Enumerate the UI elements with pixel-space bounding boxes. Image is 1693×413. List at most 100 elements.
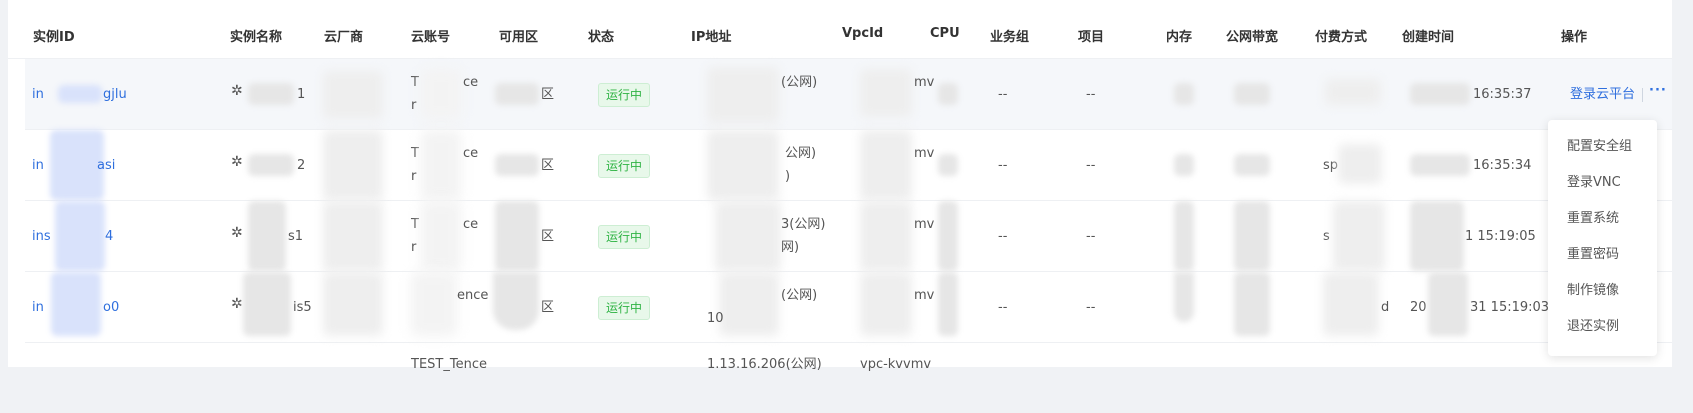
redaction [51,272,101,336]
table-row[interactable]: ins 4 ✲ s1 T ce r 区 运行中 3(公网) 网) mv -- -… [25,201,1672,272]
redaction [860,130,912,200]
ip-line1-tail: (公网) [781,75,818,90]
business-group: -- [998,87,1008,102]
zone-tail: 区 [541,300,555,315]
menu-item-config-security-group[interactable]: 配置安全组 [1548,129,1657,165]
col-project[interactable]: 项目 [1078,26,1104,45]
instance-id-link[interactable]: in [32,154,44,177]
menu-item-create-image[interactable]: 制作镜像 [1548,273,1657,309]
col-created[interactable]: 创建时间 [1402,26,1454,45]
redaction [938,83,958,105]
redaction [323,201,383,271]
table-row[interactable]: in gjlu ✲ 1 T ce r 区 运行中 (公网) mv -- -- 1… [25,59,1672,130]
table-row[interactable]: in asi ✲ 2 T ce r 区 运行中 公网) ) mv -- -- s… [25,130,1672,201]
col-vpc-id[interactable]: VpcId [842,26,883,41]
redaction [1333,201,1385,271]
instance-id-tail[interactable]: gjlu [103,83,127,106]
instance-table: 实例ID 实例名称 云厂商 云账号 可用区 状态 IP地址 VpcId CPU … [8,0,1672,372]
col-cloud-account[interactable]: 云账号 [411,26,450,45]
created-time: 31 15:19:03 [1470,300,1550,315]
instance-id-link[interactable]: in [32,296,44,319]
created-time: 1 15:19:05 [1465,229,1536,244]
instance-id-tail[interactable]: 4 [105,225,113,248]
redaction [411,272,457,336]
redaction [248,201,286,271]
col-cloud-vendor[interactable]: 云厂商 [324,26,363,45]
col-cpu[interactable]: CPU [930,26,960,41]
instance-id-tail[interactable]: o0 [103,296,119,319]
instance-id-link[interactable]: in [32,83,44,106]
redaction [860,272,912,336]
project: -- [1086,87,1096,102]
project: -- [1086,158,1096,173]
cloud-account: TEST_Tence [411,357,487,372]
redaction [707,130,779,200]
redaction [421,201,461,271]
billing-prefix: s [1323,229,1330,244]
redaction [707,67,779,123]
redaction [1174,154,1194,176]
gear-icon: ✲ [231,83,243,99]
col-memory[interactable]: 内存 [1166,26,1192,45]
redaction [1234,201,1270,271]
cloud-account-bottom: r [411,98,417,113]
redaction [1234,154,1270,176]
col-business-group[interactable]: 业务组 [990,26,1029,45]
cloud-account-top: T [411,146,419,161]
gear-icon: ✲ [231,296,243,312]
cloud-account-top: T [411,217,419,232]
redaction [1338,144,1382,184]
col-instance-name[interactable]: 实例名称 [230,26,282,45]
vpc-line1-tail: mv [914,75,935,90]
instance-name-tail: 1 [297,87,306,102]
ip-line1-tail: 公网) [785,146,817,161]
table-row[interactable]: in o0 ✲ is5 ence 区 运行中 (公网) 10 mv -- -- … [25,272,1672,343]
redaction [495,83,539,105]
business-group: -- [998,229,1008,244]
redaction [860,201,912,271]
instance-name-tail: 2 [297,158,306,173]
status-badge: 运行中 [598,225,651,249]
redaction [323,130,383,200]
col-zone[interactable]: 可用区 [499,26,538,45]
col-instance-id[interactable]: 实例ID [33,26,75,45]
cloud-account-top-tail: ce [463,217,479,232]
cloud-account-top-tail: ce [463,75,479,90]
redaction [495,201,539,271]
menu-item-return-instance[interactable]: 退还实例 [1548,309,1657,345]
col-billing[interactable]: 付费方式 [1315,26,1367,45]
zone-tail: 区 [541,158,555,173]
redaction [323,272,383,336]
menu-item-reset-password[interactable]: 重置密码 [1548,237,1657,273]
col-status[interactable]: 状态 [588,26,614,45]
redaction [1323,272,1379,336]
cloud-account-bottom: r [411,169,417,184]
table-header: 实例ID 实例名称 云厂商 云账号 可用区 状态 IP地址 VpcId CPU … [8,0,1672,59]
menu-item-login-vnc[interactable]: 登录VNC [1548,165,1657,201]
menu-item-reset-system[interactable]: 重置系统 [1548,201,1657,237]
redaction [248,154,294,176]
instance-id-link[interactable]: ins [32,225,51,248]
ip-address: 1.13.16.206(公网) [707,357,822,372]
col-bandwidth[interactable]: 公网带宽 [1226,26,1278,45]
instance-id-tail[interactable]: asi [97,154,115,177]
instance-name-tail: is5 [293,300,312,315]
col-actions: 操作 [1561,30,1588,45]
created-time: 16:35:37 [1473,87,1532,102]
redaction [1234,272,1270,336]
redaction [719,272,779,336]
action-separator [1642,88,1643,102]
col-ip[interactable]: IP地址 [691,26,731,45]
login-cloud-platform-link[interactable]: 登录云平台 [1570,83,1635,106]
project: -- [1086,229,1096,244]
status-badge: 运行中 [598,83,651,107]
business-group: -- [998,300,1008,315]
created-prefix: 20 [1410,300,1427,315]
redaction [1410,201,1464,271]
cloud-account-bottom: r [411,240,417,255]
more-actions-icon[interactable]: ··· [1649,83,1667,98]
table-row[interactable]: TEST_Tence 1.13.16.206(公网) vpc-kvvmv [25,343,1672,413]
redaction [421,130,461,200]
redaction [495,154,539,176]
ip-line2: 网) [781,240,800,255]
